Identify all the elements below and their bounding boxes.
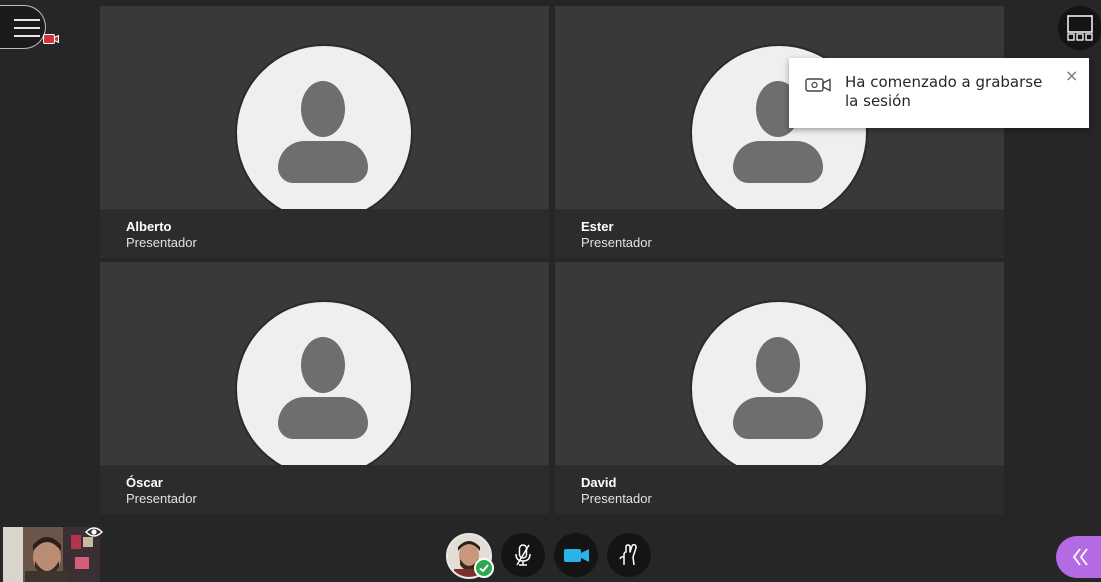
- recording-toast: Ha comenzado a grabarse la sesión ×: [789, 58, 1089, 128]
- participant-nameplate: Óscar Presentador: [100, 465, 549, 514]
- status-ok-badge: [474, 558, 494, 578]
- default-avatar-icon: [692, 302, 866, 476]
- participant-name: Alberto: [126, 219, 172, 234]
- open-collaborate-panel-button[interactable]: [1056, 536, 1101, 578]
- raise-hand-icon: [619, 543, 637, 566]
- participant-nameplate: Alberto Presentador: [100, 209, 549, 258]
- eye-icon[interactable]: [85, 526, 103, 538]
- layout-toggle-button[interactable]: [1058, 6, 1101, 50]
- microphone-toggle-button[interactable]: [501, 533, 545, 577]
- participant-name: Ester: [581, 219, 614, 234]
- participant-nameplate: Ester Presentador: [555, 209, 1004, 258]
- session-menu-button[interactable]: [0, 5, 46, 49]
- double-chevron-left-icon: [1072, 548, 1088, 566]
- video-camera-icon: [805, 78, 831, 92]
- checkmark-icon: [479, 564, 489, 573]
- participant-role: Presentador: [126, 491, 197, 506]
- camera-toggle-button[interactable]: [554, 533, 598, 577]
- video-camera-icon: [564, 549, 589, 562]
- default-avatar-icon: [237, 302, 411, 476]
- participant-role: Presentador: [581, 235, 652, 250]
- participant-name: Óscar: [126, 475, 163, 490]
- participant-tile-ester[interactable]: Ester Presentador: [555, 6, 1004, 258]
- participant-tile-alberto[interactable]: Alberto Presentador: [100, 6, 549, 258]
- participant-tile-oscar[interactable]: Óscar Presentador: [100, 262, 549, 514]
- raise-hand-button[interactable]: [607, 533, 651, 577]
- recording-camera-icon: [43, 34, 59, 44]
- participant-tile-david[interactable]: David Presentador: [555, 262, 1004, 514]
- layout-grid-icon: [1067, 15, 1093, 41]
- close-icon[interactable]: ×: [1065, 66, 1078, 85]
- participant-role: Presentador: [126, 235, 197, 250]
- participant-role: Presentador: [581, 491, 652, 506]
- default-avatar-icon: [237, 46, 411, 220]
- microphone-muted-icon: [515, 544, 531, 566]
- participant-name: David: [581, 475, 617, 490]
- hamburger-menu-icon: [14, 19, 40, 43]
- toast-message: Ha comenzado a grabarse la sesión: [845, 73, 1043, 110]
- participant-nameplate: David Presentador: [555, 465, 1004, 514]
